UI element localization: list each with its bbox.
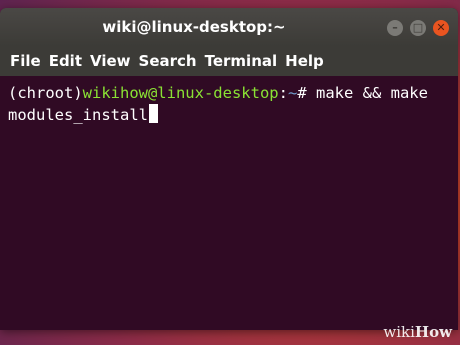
wikihow-watermark: wikiHow xyxy=(383,323,452,341)
prompt-user-host: wikihow@linux-desktop xyxy=(82,84,279,102)
text-cursor xyxy=(148,104,158,123)
command-continuation: modules_install xyxy=(8,104,450,126)
command-text-2: modules_install xyxy=(8,106,148,124)
menu-view[interactable]: View xyxy=(90,52,131,70)
watermark-wiki: wiki xyxy=(383,323,415,341)
window-title: wiki@linux-desktop:~ xyxy=(102,18,286,36)
watermark-how: How xyxy=(414,323,452,341)
minimize-icon[interactable]: – xyxy=(387,20,403,36)
maximize-icon[interactable]: □ xyxy=(410,20,426,36)
prompt-path: ~ xyxy=(287,84,298,102)
prompt-symbol: # xyxy=(297,84,307,102)
menu-bar: File Edit View Search Terminal Help xyxy=(0,46,458,76)
title-bar[interactable]: wiki@linux-desktop:~ – □ ✕ xyxy=(0,8,458,46)
menu-edit[interactable]: Edit xyxy=(49,52,82,70)
menu-search[interactable]: Search xyxy=(139,52,197,70)
close-icon[interactable]: ✕ xyxy=(433,20,449,36)
command-line: (chroot)wikihow@linux-desktop:~# make &&… xyxy=(8,82,450,104)
chroot-label: (chroot) xyxy=(8,84,83,102)
terminal-window: wiki@linux-desktop:~ – □ ✕ File Edit Vie… xyxy=(0,8,458,330)
menu-help[interactable]: Help xyxy=(285,52,324,70)
menu-file[interactable]: File xyxy=(10,52,41,70)
command-text-1: make && make xyxy=(306,84,428,102)
terminal-output[interactable]: (chroot)wikihow@linux-desktop:~# make &&… xyxy=(0,76,458,330)
prompt-colon: : xyxy=(278,84,288,102)
menu-terminal[interactable]: Terminal xyxy=(205,52,278,70)
